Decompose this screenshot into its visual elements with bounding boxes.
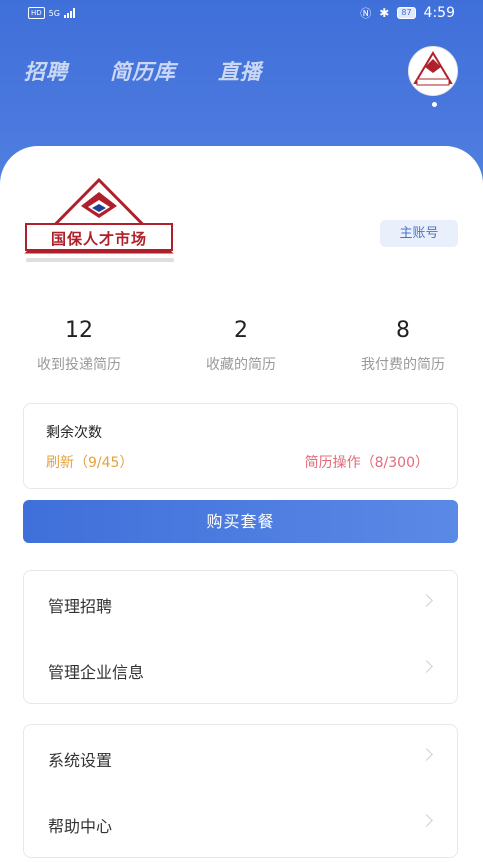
main-card: 国保人才市场 主账号 12 收到投递简历 2 收藏的简历 8 我付费的简历 剩余…: [0, 146, 483, 862]
menu-group-2: 系统设置 帮助中心: [23, 724, 458, 858]
network-label: 5G: [48, 8, 60, 18]
stat-value: 2: [234, 318, 248, 343]
stat-value: 12: [65, 318, 93, 343]
buy-package-button[interactable]: 购买套餐: [23, 500, 458, 543]
bluetooth-icon: ✱: [379, 6, 390, 20]
page-indicator-dot: [431, 102, 437, 107]
stat-label: 收藏的简历: [206, 357, 276, 373]
avatar-wrap[interactable]: [408, 46, 460, 107]
company-logo-text: 国保人才市场: [50, 230, 147, 248]
menu-label: 管理招聘: [48, 597, 113, 616]
refresh-count: 刷新（9/45）: [46, 455, 134, 471]
stat-paid-resumes[interactable]: 8 我付费的简历: [338, 318, 468, 374]
status-left: HD 5G: [28, 7, 75, 19]
company-logo-icon: [24, 178, 174, 254]
account-type-badge: 主账号: [380, 220, 458, 247]
chevron-right-icon: [420, 594, 433, 607]
nfc-icon: Ⓝ: [360, 7, 372, 20]
blurred-company-name: [26, 258, 174, 262]
menu-item-system-settings[interactable]: 系统设置: [24, 725, 457, 791]
company-logo-avatar-icon: [413, 51, 453, 86]
signal-icon: [63, 8, 75, 18]
chevron-right-icon: [420, 814, 433, 827]
menu-group-1: 管理招聘 管理企业信息: [23, 570, 458, 704]
stat-received-resumes[interactable]: 12 收到投递简历: [14, 318, 144, 374]
stat-favorite-resumes[interactable]: 2 收藏的简历: [176, 318, 306, 374]
stat-label: 我付费的简历: [361, 357, 445, 373]
clock: 4:59: [423, 5, 455, 21]
remaining-title: 剩余次数: [46, 425, 102, 441]
stat-value: 8: [396, 318, 410, 343]
battery-icon: 87: [397, 7, 416, 19]
menu-item-manage-recruitment[interactable]: 管理招聘: [24, 571, 457, 637]
menu-item-help-center[interactable]: 帮助中心: [24, 791, 457, 857]
resume-ops-count: 简历操作（8/300）: [304, 455, 429, 471]
stat-label: 收到投递简历: [37, 357, 121, 373]
remaining-count-card: 剩余次数 刷新（9/45） 简历操作（8/300）: [23, 403, 458, 489]
tab-recruit[interactable]: 招聘: [24, 56, 68, 86]
menu-item-manage-company-info[interactable]: 管理企业信息: [24, 637, 457, 703]
status-right: Ⓝ ✱ 87 4:59: [360, 5, 455, 21]
hd-badge: HD: [28, 7, 45, 19]
company-logo: 国保人才市场: [24, 178, 174, 262]
top-nav: 招聘 简历库 直播: [24, 56, 262, 86]
chevron-right-icon: [420, 748, 433, 761]
chevron-right-icon: [420, 660, 433, 673]
menu-label: 帮助中心: [48, 817, 113, 836]
status-bar: HD 5G Ⓝ ✱ 87 4:59: [0, 0, 483, 28]
menu-label: 管理企业信息: [48, 663, 145, 682]
stats-row: 12 收到投递简历 2 收藏的简历 8 我付费的简历: [0, 318, 483, 378]
tab-live[interactable]: 直播: [218, 56, 262, 86]
avatar[interactable]: [408, 46, 458, 96]
menu-label: 系统设置: [48, 751, 113, 770]
tab-resume-library[interactable]: 简历库: [110, 56, 176, 86]
